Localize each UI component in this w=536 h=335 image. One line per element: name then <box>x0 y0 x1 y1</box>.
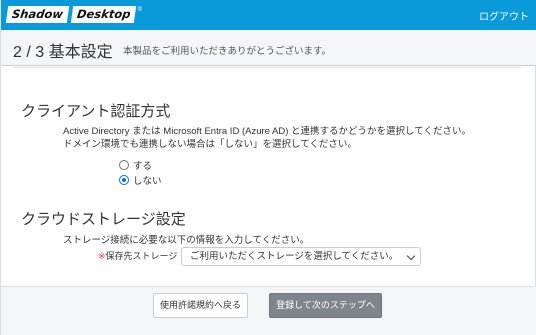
settings-form: クライアント認証方式 Active Directory または Microsof… <box>13 70 521 286</box>
step-header: 2 / 3 基本設定 本製品をご利用いただきありがとうございます。 <box>1 30 536 66</box>
header-divider <box>13 67 521 68</box>
app-logo: Shadow Desktop ® <box>5 6 142 23</box>
storage-field-label-text: 保存先ストレージ <box>105 251 178 261</box>
radio-yes-circle[interactable] <box>119 160 129 170</box>
logo-word-shadow: Shadow <box>5 6 70 23</box>
auth-description-line2: ドメイン環境でも連携しない場合は「しない」を選択してください。 <box>63 139 357 150</box>
page-title: 2 / 3 基本設定 <box>13 44 113 61</box>
logout-link[interactable]: ログアウト <box>479 8 529 23</box>
radio-no-circle[interactable] <box>119 175 129 185</box>
storage-description: ストレージ接続に必要な以下の情報を入力してください。 <box>63 235 310 246</box>
storage-field-label: ※保存先ストレージ <box>98 249 177 262</box>
storage-select-value: ご利用いただくストレージを選択してください。 <box>190 251 399 262</box>
back-to-license-button[interactable]: 使用許諾規約へ戻る <box>153 293 248 318</box>
chevron-down-icon <box>406 251 416 261</box>
storage-section-title: クラウドストレージ設定 <box>21 211 186 228</box>
page-subtitle: 本製品をご利用いただきありがとうございます。 <box>123 46 332 57</box>
radio-no-label: しない <box>133 176 162 187</box>
radio-option-no[interactable]: しない <box>119 173 162 187</box>
required-mark: ※ <box>98 251 106 261</box>
top-bar: Shadow Desktop ® ログアウト <box>1 0 536 30</box>
auth-section-title: クライアント認証方式 <box>21 103 171 120</box>
register-next-button[interactable]: 登録して次のステップへ <box>269 293 382 318</box>
logo-word-desktop: Desktop <box>70 6 137 23</box>
radio-yes-label: する <box>133 161 153 172</box>
footer-bar: 使用許諾規約へ戻る 登録して次のステップへ <box>1 286 536 335</box>
logo-registered-mark: ® <box>137 7 142 13</box>
auth-description-line1: Active Directory または Microsoft Entra ID … <box>63 126 471 137</box>
storage-select[interactable]: ご利用いただくストレージを選択してください。 <box>181 247 421 266</box>
radio-option-yes[interactable]: する <box>119 158 152 172</box>
